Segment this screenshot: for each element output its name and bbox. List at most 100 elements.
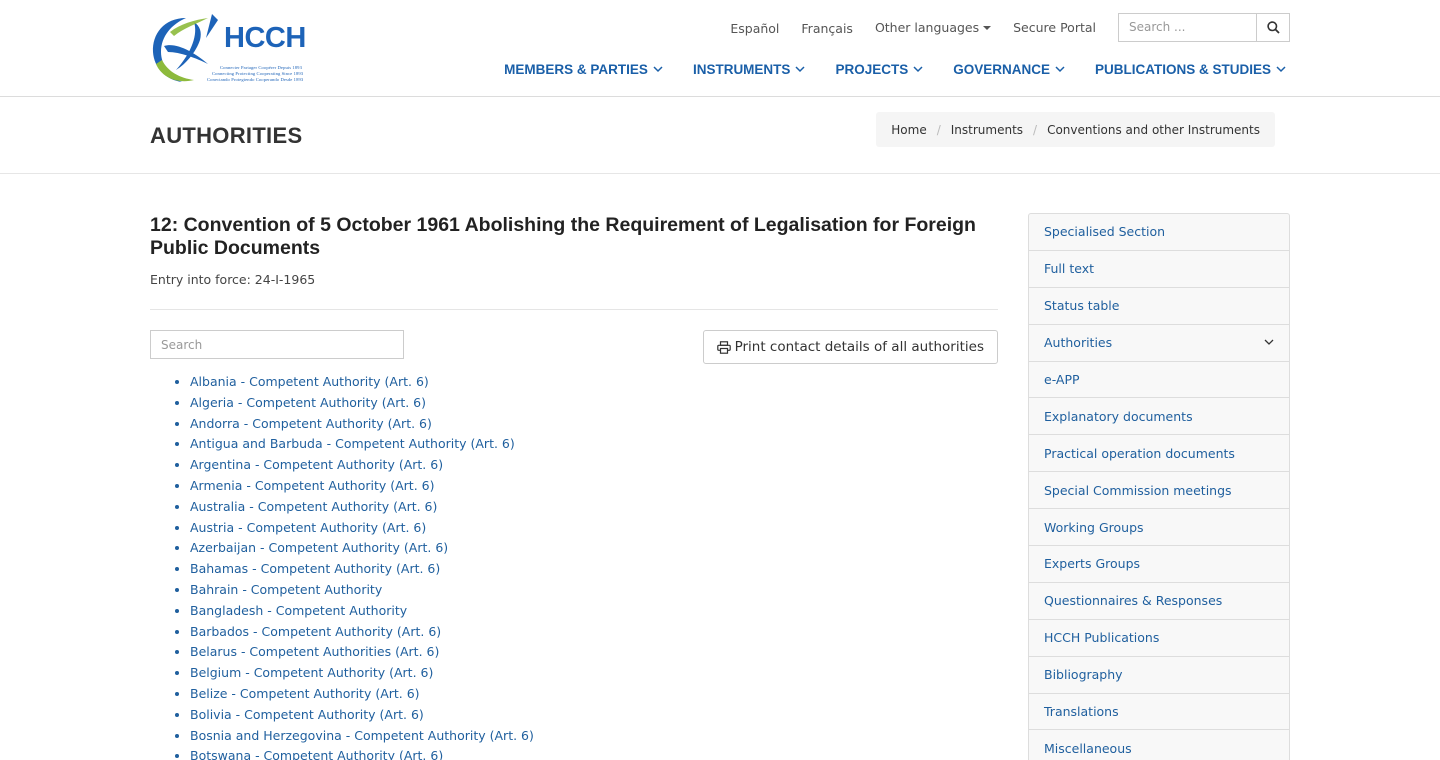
breadcrumb-separator: / bbox=[936, 122, 941, 137]
nav-publications-studies[interactable]: PUBLICATIONS & STUDIES bbox=[1095, 62, 1286, 77]
list-item: Australia - Competent Authority (Art. 6) bbox=[190, 497, 998, 518]
sidebar-item-practical-operation-documents[interactable]: Practical operation documents bbox=[1029, 435, 1289, 473]
main-content: 12: Convention of 5 October 1961 Abolish… bbox=[150, 214, 998, 760]
authority-link[interactable]: Barbados - Competent Authority (Art. 6) bbox=[190, 624, 441, 639]
chevron-down-icon bbox=[1055, 66, 1065, 73]
print-button-label: Print contact details of all authorities bbox=[734, 339, 984, 355]
sidebar-item-miscellaneous[interactable]: Miscellaneous bbox=[1029, 730, 1289, 760]
sidebar-item-label: e-APP bbox=[1044, 372, 1080, 387]
sidebar-item-translations[interactable]: Translations bbox=[1029, 694, 1289, 731]
chevron-down-icon bbox=[1264, 339, 1274, 346]
list-item: Andorra - Competent Authority (Art. 6) bbox=[190, 414, 998, 435]
hcch-logo[interactable]: HCCH Connecter Partager Coopérer Depuis … bbox=[150, 12, 306, 84]
list-item: Belgium - Competent Authority (Art. 6) bbox=[190, 663, 998, 684]
list-item: Barbados - Competent Authority (Art. 6) bbox=[190, 622, 998, 643]
sidebar-item-label: Full text bbox=[1044, 261, 1095, 277]
sidebar-item-special-commission-meetings[interactable]: Special Commission meetings bbox=[1029, 472, 1289, 510]
breadcrumb-conventions[interactable]: Conventions and other Instruments bbox=[1047, 123, 1260, 137]
sidebar-item-e-app[interactable]: e-APP bbox=[1029, 362, 1289, 399]
sidebar-item-status-table[interactable]: Status table bbox=[1029, 288, 1289, 325]
logo-wordmark: HCCH bbox=[224, 22, 306, 54]
sidebar-item-authorities[interactable]: Authorities bbox=[1029, 325, 1289, 362]
nav-members-parties[interactable]: MEMBERS & PARTIES bbox=[504, 62, 663, 77]
authority-link[interactable]: Azerbaijan - Competent Authority (Art. 6… bbox=[190, 540, 448, 555]
print-icon bbox=[716, 340, 731, 354]
convention-sidebar-menu: Specialised Section Full text Status tab… bbox=[1028, 213, 1290, 760]
sidebar-item-label: Experts Groups bbox=[1044, 556, 1141, 572]
logo-tagline-en: Connecting Protecting Cooperating Since … bbox=[212, 71, 304, 76]
breadcrumb-instruments[interactable]: Instruments bbox=[951, 123, 1023, 137]
language-francais-link[interactable]: Français bbox=[801, 21, 853, 36]
authority-link[interactable]: Belgium - Competent Authority (Art. 6) bbox=[190, 665, 433, 680]
authority-link[interactable]: Austria - Competent Authority (Art. 6) bbox=[190, 520, 426, 535]
nav-label: PUBLICATIONS & STUDIES bbox=[1094, 62, 1271, 77]
sidebar-item-hcch-publications[interactable]: HCCH Publications bbox=[1029, 620, 1289, 657]
list-item: Bahamas - Competent Authority (Art. 6) bbox=[190, 559, 998, 580]
authority-link[interactable]: Andorra - Competent Authority (Art. 6) bbox=[190, 416, 432, 431]
authority-link[interactable]: Botswana - Competent Authority (Art. 6) bbox=[190, 748, 443, 760]
entry-into-force: Entry into force: 24-I-1965 bbox=[150, 272, 316, 287]
sidebar-item-label: Specialised Section bbox=[1044, 224, 1166, 240]
sidebar-item-questionnaires-responses[interactable]: Questionnaires & Responses bbox=[1029, 583, 1289, 620]
page-title: AUTHORITIES bbox=[150, 123, 303, 148]
logo-tagline-fr: Connecter Partager Coopérer Depuis 1893 bbox=[220, 65, 302, 70]
list-item: Austria - Competent Authority (Art. 6) bbox=[190, 518, 998, 539]
sidebar-item-specialised-section[interactable]: Specialised Section bbox=[1029, 214, 1289, 251]
authority-link[interactable]: Bosnia and Herzegovina - Competent Autho… bbox=[190, 728, 534, 743]
authority-link[interactable]: Antigua and Barbuda - Competent Authorit… bbox=[190, 436, 515, 451]
sidebar-item-label: Status table bbox=[1044, 298, 1120, 314]
sidebar-item-label: Bibliography bbox=[1044, 667, 1123, 683]
secure-portal-link[interactable]: Secure Portal bbox=[1013, 20, 1096, 35]
nav-instruments[interactable]: INSTRUMENTS bbox=[693, 62, 806, 77]
sidebar-item-label: Authorities bbox=[1044, 335, 1113, 351]
nav-projects[interactable]: PROJECTS bbox=[835, 62, 923, 77]
language-espanol-link[interactable]: Español bbox=[730, 21, 779, 36]
site-search-button[interactable] bbox=[1256, 12, 1290, 42]
nav-label: GOVERNANCE bbox=[953, 62, 1050, 77]
sidebar-item-label: Explanatory documents bbox=[1044, 408, 1193, 424]
nav-label: INSTRUMENTS bbox=[692, 62, 791, 77]
list-item: Bosnia and Herzegovina - Competent Autho… bbox=[190, 726, 998, 747]
breadcrumb-home[interactable]: Home bbox=[891, 123, 926, 137]
chevron-down-icon bbox=[653, 66, 663, 73]
sidebar-item-bibliography[interactable]: Bibliography bbox=[1029, 657, 1289, 694]
chevron-down-icon bbox=[1276, 66, 1286, 73]
sidebar-item-label: Working Groups bbox=[1044, 519, 1144, 535]
nav-governance[interactable]: GOVERNANCE bbox=[953, 62, 1065, 77]
sidebar-item-working-groups[interactable]: Working Groups bbox=[1029, 509, 1289, 547]
chevron-down-icon bbox=[795, 66, 805, 73]
authority-link[interactable]: Argentina - Competent Authority (Art. 6) bbox=[190, 457, 443, 472]
list-item: Bolivia - Competent Authority (Art. 6) bbox=[190, 705, 998, 726]
breadcrumb: Home / Instruments / Conventions and oth… bbox=[876, 112, 1275, 147]
authority-link[interactable]: Armenia - Competent Authority (Art. 6) bbox=[190, 478, 435, 493]
print-all-authorities-button[interactable]: Print contact details of all authorities bbox=[702, 330, 998, 364]
sidebar-item-experts-groups[interactable]: Experts Groups bbox=[1029, 546, 1289, 583]
authority-link[interactable]: Albania - Competent Authority (Art. 6) bbox=[190, 374, 429, 389]
authority-link[interactable]: Bangladesh - Competent Authority bbox=[190, 603, 407, 618]
nav-label: MEMBERS & PARTIES bbox=[504, 62, 648, 77]
top-utility-bar: Español Français Other languages Secure … bbox=[730, 12, 1290, 42]
site-header: HCCH Connecter Partager Coopérer Depuis … bbox=[0, 0, 1440, 97]
sidebar-item-label: Questionnaires & Responses bbox=[1044, 593, 1223, 609]
list-item: Armenia - Competent Authority (Art. 6) bbox=[190, 476, 998, 497]
authority-link[interactable]: Algeria - Competent Authority (Art. 6) bbox=[190, 395, 426, 410]
page-title-band: AUTHORITIES Home / Instruments / Convent… bbox=[0, 97, 1440, 174]
site-search bbox=[1118, 12, 1290, 42]
authority-link[interactable]: Bahrain - Competent Authority bbox=[190, 582, 382, 597]
authority-link[interactable]: Belarus - Competent Authorities (Art. 6) bbox=[190, 644, 439, 659]
sidebar-item-label: Special Commission meetings bbox=[1044, 482, 1232, 498]
sidebar-item-explanatory-documents[interactable]: Explanatory documents bbox=[1029, 398, 1289, 436]
list-item: Belize - Competent Authority (Art. 6) bbox=[190, 684, 998, 705]
list-item: Belarus - Competent Authorities (Art. 6) bbox=[190, 642, 998, 663]
list-item: Argentina - Competent Authority (Art. 6) bbox=[190, 455, 998, 476]
site-search-input[interactable] bbox=[1118, 12, 1256, 42]
authorities-search-input[interactable] bbox=[150, 330, 404, 359]
authority-link[interactable]: Australia - Competent Authority (Art. 6) bbox=[190, 499, 437, 514]
list-item: Antigua and Barbuda - Competent Authorit… bbox=[190, 434, 998, 455]
authority-link[interactable]: Bahamas - Competent Authority (Art. 6) bbox=[190, 561, 440, 576]
authority-link[interactable]: Belize - Competent Authority (Art. 6) bbox=[190, 686, 420, 701]
sidebar-item-full-text[interactable]: Full text bbox=[1029, 251, 1289, 288]
caret-down-icon bbox=[983, 26, 992, 30]
other-languages-dropdown[interactable]: Other languages bbox=[875, 20, 992, 35]
authority-link[interactable]: Bolivia - Competent Authority (Art. 6) bbox=[190, 707, 424, 722]
